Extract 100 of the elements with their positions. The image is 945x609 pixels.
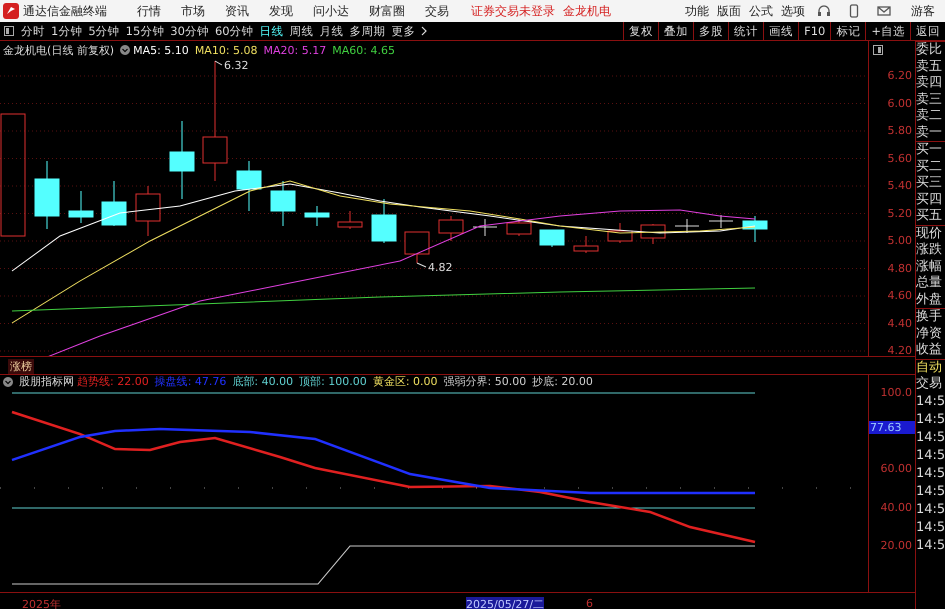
candlestick: [708, 214, 734, 228]
quote-label: 卖三: [916, 92, 943, 108]
candlestick: [338, 210, 362, 230]
indicator-value: 趋势线: 22.00: [77, 374, 149, 389]
quote-label: 换手: [916, 308, 945, 326]
quote-label: 买四: [916, 192, 943, 208]
trade-time: 14:5: [916, 428, 945, 446]
trade-time: 14:5: [916, 446, 945, 464]
candlestick: [674, 218, 700, 234]
trade-time: 14:5: [916, 482, 945, 500]
ma-value: MA5: 5.10: [133, 44, 189, 56]
period-tab[interactable]: 日线: [260, 24, 284, 38]
period-tab[interactable]: 周线: [290, 24, 314, 38]
period-tab[interactable]: 5分钟: [88, 24, 120, 38]
quote-label: 卖四: [916, 75, 943, 92]
indicator-value: 底部: 40.00: [232, 374, 294, 389]
trade-time: 14:5: [916, 500, 945, 518]
menu-item[interactable]: 功能: [685, 2, 709, 20]
quote-label: 卖五: [916, 58, 943, 75]
menu-item[interactable]: 财富圈: [369, 2, 405, 20]
quote-label: 卖一: [916, 124, 943, 141]
date-label: 2025/05/27/二: [466, 597, 544, 609]
quote-label: 买一: [916, 141, 945, 158]
period-tab[interactable]: 30分钟: [170, 24, 209, 38]
trade-label: 自动: [916, 358, 945, 376]
axis-label: 6.20: [888, 69, 912, 82]
quote-label: 委比: [916, 41, 945, 58]
indicator-value: 抄底: 20.00: [532, 374, 593, 389]
current-value-label: 77.63: [869, 421, 915, 434]
ma-value: MA10: 5.08: [194, 44, 258, 56]
quote-label: 外盘: [916, 292, 943, 308]
menu-item[interactable]: 问小达: [313, 2, 349, 20]
axis-label: 5.40: [888, 179, 912, 192]
quote-label: 买三: [916, 175, 943, 192]
candlestick: [68, 190, 94, 224]
axis-label: 60.00: [880, 462, 912, 475]
dropdown-icon[interactable]: [3, 376, 13, 386]
login-notice[interactable]: 证券交易未登录: [471, 2, 555, 20]
panel-toggle-icon[interactable]: [4, 26, 14, 36]
quote-label: 买二: [916, 158, 943, 175]
period-tab[interactable]: 分时: [21, 24, 45, 38]
quote-label: 涨幅: [916, 258, 943, 275]
candlestick: [472, 218, 498, 236]
axis-label: 4.80: [888, 262, 912, 274]
menu-item[interactable]: 发现: [269, 2, 293, 20]
phone-icon[interactable]: [847, 4, 861, 18]
headset-icon[interactable]: [817, 4, 831, 18]
axis-label: 5.80: [888, 124, 912, 137]
menu-item[interactable]: 行情: [137, 2, 161, 20]
date-label: 6: [586, 597, 593, 609]
trade-time: 14:5: [916, 392, 945, 410]
menu-item[interactable]: 市场: [181, 2, 205, 20]
period-tab[interactable]: 15分钟: [126, 24, 164, 38]
candlestick: [236, 160, 262, 212]
candlestick: [372, 198, 396, 244]
chevron-right-icon[interactable]: [420, 26, 427, 36]
candlestick: [404, 232, 430, 264]
quote-label: 买五: [916, 208, 943, 224]
candlestick: [540, 230, 564, 248]
period-tab[interactable]: 60分钟: [214, 24, 254, 38]
panel-toggle-icon[interactable]: [873, 45, 883, 55]
chart-title: 金龙机电(日线 前复权): [3, 42, 114, 58]
candlestick: [102, 180, 126, 226]
axis-label: 40.00: [880, 501, 912, 514]
candlestick: [438, 216, 464, 242]
period-tab[interactable]: 1分钟: [51, 24, 82, 38]
indicator-value: 顶部: 100.00: [299, 374, 367, 389]
trade-time: 14:5: [916, 410, 945, 428]
logo-icon: [3, 3, 19, 19]
axis-label: 4.20: [888, 344, 912, 357]
trade-time: 14:5: [916, 464, 945, 482]
menu-item[interactable]: 交易: [425, 2, 449, 20]
menu-item[interactable]: 版面: [717, 2, 741, 20]
stock-name: 金龙机电: [563, 2, 611, 20]
menu-item[interactable]: 公式: [749, 2, 773, 20]
quote-label: 卖二: [916, 108, 943, 124]
period-tab[interactable]: 月线: [320, 24, 344, 38]
low-price-label: 4.82: [428, 261, 452, 274]
mail-icon[interactable]: [877, 4, 891, 18]
candlestick: [608, 222, 632, 244]
axis-label: 6.00: [888, 96, 912, 110]
axis-label: 4.40: [888, 316, 912, 330]
axis-label: 5.20: [888, 206, 912, 220]
high-price-label: 6.32: [224, 59, 248, 72]
menu-item[interactable]: 资讯: [225, 2, 249, 20]
axis-label: 4.60: [888, 289, 912, 302]
ranking-tag[interactable]: 涨榜: [8, 359, 34, 374]
candlestick: [270, 180, 296, 226]
quote-label: 现价: [916, 224, 945, 242]
quote-label: 收益: [916, 342, 943, 358]
indicator-value: 黄金区: 0.00: [372, 374, 438, 389]
menu-item[interactable]: 选项: [781, 2, 805, 20]
axis-label: 100.0: [880, 386, 912, 399]
dropdown-icon[interactable]: [120, 45, 130, 55]
ma-value: MA20: 5.17: [264, 44, 326, 56]
axis-label: 5.00: [888, 234, 912, 247]
user-label[interactable]: 游客: [911, 2, 935, 20]
period-tab[interactable]: 多周期: [350, 24, 386, 38]
period-tab[interactable]: 更多: [392, 24, 416, 38]
date-label: 2025年: [22, 597, 61, 609]
